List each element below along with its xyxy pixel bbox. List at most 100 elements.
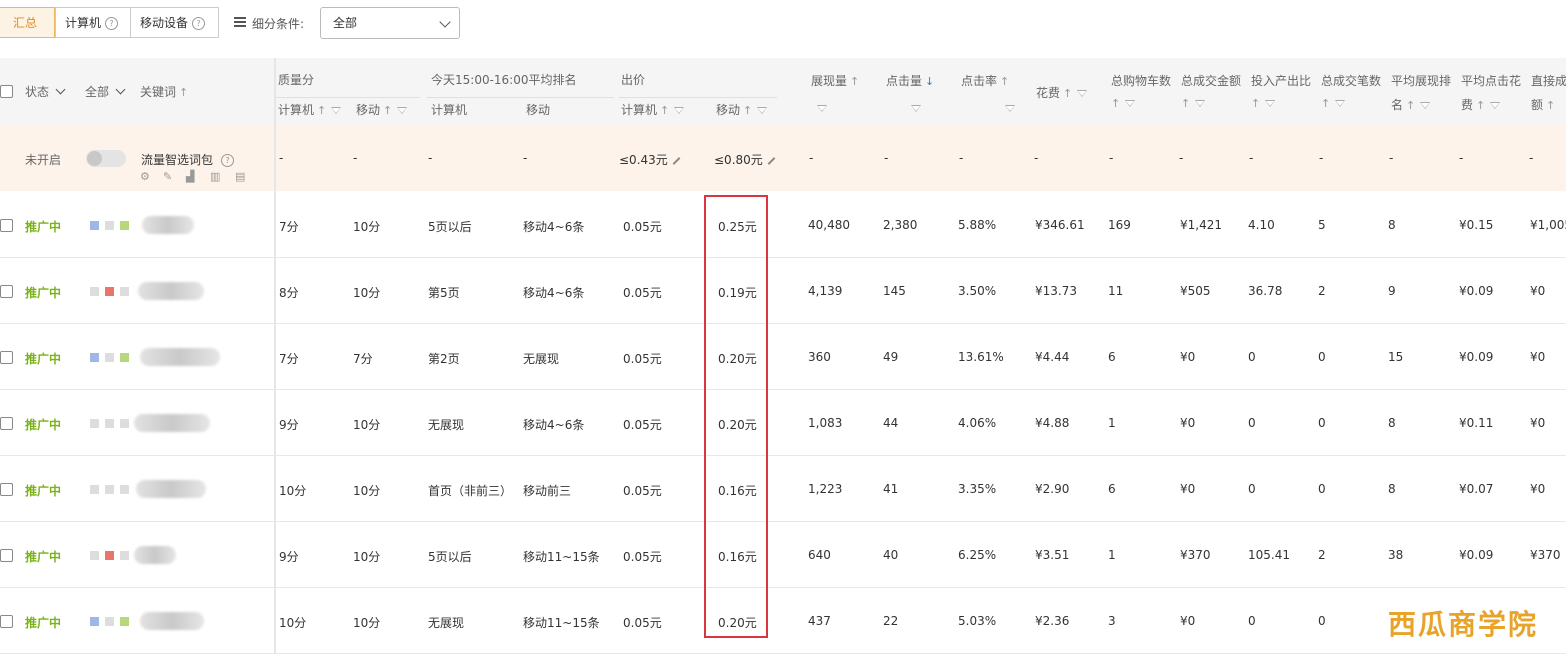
sort-up-icon[interactable]: ↑ bbox=[743, 104, 752, 117]
filter-icon[interactable] bbox=[910, 105, 921, 112]
edit-icon[interactable] bbox=[672, 156, 681, 165]
sort-up-icon[interactable]: ↑ bbox=[1063, 87, 1072, 100]
area-chart-icon[interactable]: ▟ bbox=[186, 170, 194, 183]
smart-dash: - bbox=[279, 151, 284, 165]
keyword-header[interactable]: 关键词 ↑ bbox=[140, 83, 188, 100]
cell-cost: ¥346.61 bbox=[1035, 218, 1085, 232]
cell-direct: ¥0 bbox=[1530, 416, 1546, 430]
marker-square bbox=[120, 617, 129, 626]
filter-icon[interactable] bbox=[674, 107, 685, 114]
sort-up-icon[interactable]: ↑ bbox=[850, 75, 859, 88]
all-filter[interactable]: 全部 bbox=[85, 83, 126, 100]
row-checkbox[interactable] bbox=[0, 483, 13, 496]
cell-ctr: 5.03% bbox=[958, 614, 997, 628]
tab-computer[interactable]: 计算机? bbox=[55, 7, 131, 38]
sort-up-icon[interactable]: ↑ bbox=[1181, 97, 1190, 110]
filter-icon[interactable] bbox=[1490, 102, 1501, 109]
direct-sort[interactable]: 额 ↑ bbox=[1531, 96, 1555, 113]
row-checkbox[interactable] bbox=[0, 615, 13, 628]
sort-up-icon[interactable]: ↑ bbox=[1111, 97, 1120, 110]
tool-icon[interactable]: ✎ bbox=[163, 170, 172, 183]
avg-cpc-sort[interactable]: 费 ↑ bbox=[1461, 96, 1501, 113]
smart-pack-toggle[interactable] bbox=[86, 150, 126, 167]
roi-sort[interactable]: ↑ bbox=[1251, 96, 1276, 110]
cell-roi: 0 bbox=[1248, 350, 1256, 364]
tab-mobile[interactable]: 移动设备? bbox=[130, 7, 219, 38]
cell-cpc: ¥0.09 bbox=[1459, 350, 1494, 364]
gmv-sort[interactable]: ↑ bbox=[1181, 96, 1206, 110]
cell-b-pc: 0.05元 bbox=[623, 484, 662, 498]
sort-up-icon[interactable]: ↑ bbox=[179, 86, 188, 99]
filter-icon[interactable] bbox=[1004, 105, 1015, 112]
rank-mobile-header: 移动 bbox=[526, 103, 551, 117]
ctr-header[interactable]: 点击率 ↑ bbox=[961, 72, 1009, 89]
sort-up-icon[interactable]: ↑ bbox=[1476, 99, 1485, 112]
bid-pc-header[interactable]: 计算机 ↑ bbox=[621, 101, 685, 118]
filter-icon[interactable] bbox=[817, 105, 827, 112]
quality-mobile-header[interactable]: 移动 ↑ bbox=[356, 101, 408, 118]
quality-pc-header[interactable]: 计算机 ↑ bbox=[278, 101, 342, 118]
sort-up-icon[interactable]: ↑ bbox=[1251, 97, 1260, 110]
sort-up-icon[interactable]: ↑ bbox=[1546, 99, 1555, 112]
cell-cart: 1 bbox=[1108, 548, 1116, 562]
tab-summary-label: 汇总 bbox=[13, 16, 38, 30]
help-icon[interactable]: ? bbox=[105, 17, 119, 30]
cell-ctr: 6.25% bbox=[958, 548, 997, 562]
smart-dash: - bbox=[809, 151, 814, 165]
cell-b-pc: 0.05元 bbox=[623, 418, 662, 432]
cell-imp: 40,480 bbox=[808, 218, 850, 232]
cell-orders: 0 bbox=[1318, 614, 1326, 628]
row-checkbox[interactable] bbox=[0, 285, 13, 298]
filter-icon[interactable] bbox=[1125, 100, 1136, 107]
filter-icon[interactable] bbox=[1420, 102, 1431, 109]
status-filter[interactable]: 状态 bbox=[25, 83, 66, 100]
row-checkbox[interactable] bbox=[0, 417, 13, 430]
impressions-header[interactable]: 展现量 ↑ bbox=[811, 72, 859, 89]
cell-clk: 2,380 bbox=[883, 218, 918, 232]
filter-icon[interactable] bbox=[1265, 100, 1276, 107]
filter-icon[interactable] bbox=[1077, 90, 1088, 97]
filter-icon[interactable] bbox=[1335, 100, 1346, 107]
bid-mobile-header[interactable]: 移动 ↑ bbox=[716, 101, 768, 118]
smart-dash: - bbox=[523, 151, 528, 165]
filter-icon[interactable] bbox=[757, 107, 768, 114]
sort-up-icon[interactable]: ↑ bbox=[660, 104, 669, 117]
filter-select[interactable]: 全部 bbox=[320, 7, 460, 39]
sort-up-icon[interactable]: ↑ bbox=[383, 104, 392, 117]
bar-chart-icon[interactable]: ▥ bbox=[210, 170, 220, 183]
clipboard-icon[interactable]: ▤ bbox=[235, 170, 245, 183]
list-icon bbox=[234, 17, 246, 27]
keyword-text-blurred bbox=[136, 480, 206, 498]
clicks-header[interactable]: 点击量 ↓ bbox=[886, 72, 934, 89]
cell-r-pc: 首页（非前三） bbox=[428, 484, 513, 498]
settings-icon[interactable]: ⚙ bbox=[140, 170, 150, 183]
sort-down-icon[interactable]: ↓ bbox=[925, 75, 934, 88]
cart-sort[interactable]: ↑ bbox=[1111, 96, 1136, 110]
smart-dash: - bbox=[353, 151, 358, 165]
help-icon[interactable]: ? bbox=[192, 17, 206, 30]
row-checkbox[interactable] bbox=[0, 351, 13, 364]
marker-square bbox=[120, 287, 129, 296]
filter-icon[interactable] bbox=[331, 107, 342, 114]
row-checkbox[interactable] bbox=[0, 549, 13, 562]
avg-rank-sort[interactable]: 名 ↑ bbox=[1391, 96, 1431, 113]
filter-icon[interactable] bbox=[1195, 100, 1206, 107]
select-all-checkbox[interactable] bbox=[0, 85, 13, 98]
cell-q-m: 10分 bbox=[353, 220, 381, 234]
status-badge: 推广中 bbox=[25, 418, 62, 432]
smart-dash: - bbox=[1034, 151, 1039, 165]
filter-icon[interactable] bbox=[397, 107, 408, 114]
sort-up-icon[interactable]: ↑ bbox=[317, 104, 326, 117]
sort-up-icon[interactable]: ↑ bbox=[1406, 99, 1415, 112]
orders-sort[interactable]: ↑ bbox=[1321, 96, 1346, 110]
sort-up-icon[interactable]: ↑ bbox=[1321, 97, 1330, 110]
smart-dash: - bbox=[1179, 151, 1184, 165]
row-checkbox[interactable] bbox=[0, 219, 13, 232]
sort-up-icon[interactable]: ↑ bbox=[1000, 75, 1009, 88]
smart-bid-pc[interactable]: ≤0.43元 bbox=[619, 151, 681, 168]
help-icon[interactable]: ? bbox=[221, 154, 235, 167]
tab-summary[interactable]: 汇总 bbox=[0, 7, 55, 38]
smart-bid-mobile[interactable]: ≤0.80元 bbox=[714, 151, 776, 168]
cost-header[interactable]: 花费 ↑ bbox=[1036, 84, 1088, 101]
edit-icon[interactable] bbox=[767, 156, 776, 165]
